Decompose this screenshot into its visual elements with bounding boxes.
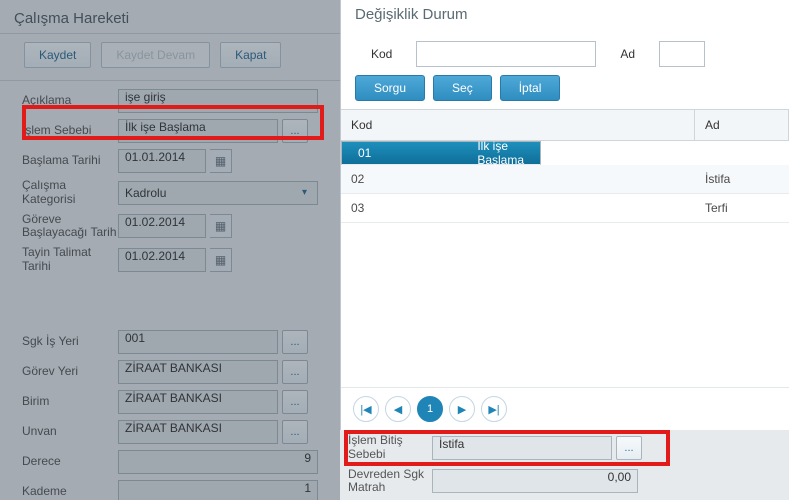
lookup-modal: Değişiklik Durum Kod Ad Sorgu Seç İptal … — [340, 0, 789, 430]
pager-first-button[interactable]: |◀ — [353, 396, 379, 422]
pager-last-button[interactable]: ▶| — [481, 396, 507, 422]
modal-search-bar: Kod Ad — [341, 33, 789, 75]
table-row[interactable]: 01İlk işe Başlama — [341, 141, 541, 165]
search-ad-input[interactable] — [659, 41, 705, 67]
islem-bitis-sebebi-lookup[interactable]: ... — [616, 436, 642, 460]
pager-next-button[interactable]: ▶ — [449, 396, 475, 422]
modal-title: Değişiklik Durum — [341, 0, 789, 33]
cell-kod: 03 — [341, 194, 695, 222]
label-islem-bitis-sebebi: İşlem Bitiş Sebebi — [348, 434, 432, 462]
label-kod: Kod — [371, 47, 392, 61]
label-devreden-sgk-matrah: Devreden Sgk Matrah — [348, 468, 432, 496]
col-ad[interactable]: Ad — [695, 110, 789, 140]
grid-pager: |◀ ◀ 1 ▶ ▶| — [341, 387, 789, 430]
cell-kod: 01 — [348, 141, 467, 167]
pager-page-button[interactable]: 1 — [417, 396, 443, 422]
grid-header: Kod Ad — [341, 110, 789, 141]
lookup-grid: Kod Ad 01İlk işe Başlama02İstifa03Terfi … — [341, 109, 789, 430]
label-ad: Ad — [620, 47, 635, 61]
cell-ad: Terfi — [695, 194, 789, 222]
below-modal-strip: İşlem Bitiş Sebebi İstifa ... Devreden S… — [340, 430, 789, 500]
table-row[interactable]: 02İstifa — [341, 165, 789, 194]
grid-body: 01İlk işe Başlama02İstifa03Terfi — [341, 141, 789, 387]
table-row[interactable]: 03Terfi — [341, 194, 789, 223]
devreden-sgk-matrah-input[interactable]: 0,00 — [432, 469, 638, 493]
col-kod[interactable]: Kod — [341, 110, 695, 140]
iptal-button[interactable]: İptal — [500, 75, 561, 101]
cell-ad: İstifa — [695, 165, 789, 193]
search-kod-input[interactable] — [416, 41, 596, 67]
modal-actions: Sorgu Seç İptal — [341, 75, 789, 109]
islem-bitis-sebebi-input[interactable]: İstifa — [432, 436, 612, 460]
sec-button[interactable]: Seç — [433, 75, 492, 101]
sorgu-button[interactable]: Sorgu — [355, 75, 425, 101]
cell-kod: 02 — [341, 165, 695, 193]
pager-prev-button[interactable]: ◀ — [385, 396, 411, 422]
